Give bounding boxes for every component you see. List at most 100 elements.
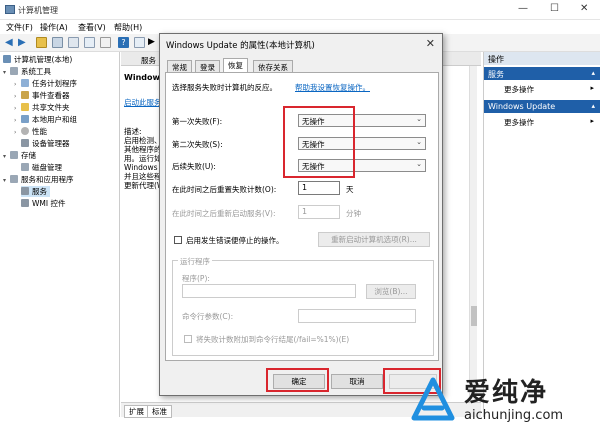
restart-unit: 分钟 — [346, 209, 361, 218]
start-service-link[interactable]: 启动此服务 — [124, 97, 162, 108]
browse-button[interactable]: 浏览(B)... — [366, 284, 416, 299]
tree-item-system-tools[interactable]: ▾ 系统工具 — [3, 66, 51, 77]
tab-recovery[interactable]: 恢复 — [223, 58, 248, 72]
append-fail-label: 将失败计数附加到命令行结尾(/fail=%1%)(E) — [196, 335, 350, 344]
tree-item-shared-folders[interactable]: › 共享文件夹 — [14, 102, 70, 113]
expand-icon[interactable]: › — [14, 81, 21, 88]
expand-icon[interactable]: › — [14, 105, 21, 112]
menu-view[interactable]: 查看(V) — [78, 22, 106, 33]
tree-item-services-apps[interactable]: ▾ 服务和应用程序 — [3, 174, 74, 185]
enable-actions-label: 启用发生错误便停止的操作。 — [186, 236, 284, 245]
disk-icon — [21, 163, 29, 171]
shared-folder-icon — [21, 103, 29, 111]
actions-pane: 操作 服务 ▴ 更多操作 ▸ Windows Update ▴ 更多操作 ▸ — [483, 52, 600, 417]
play-icon[interactable]: ▶ — [148, 37, 159, 48]
forward-icon[interactable]: ▶ — [18, 37, 29, 48]
restart-after-input[interactable]: 1 — [298, 205, 340, 219]
console-tree-icon[interactable] — [52, 37, 63, 48]
program-input[interactable] — [182, 284, 356, 298]
device-manager-icon — [21, 139, 29, 147]
tree-item-services[interactable]: 服务 — [21, 186, 50, 197]
menu-action[interactable]: 操作(A) — [40, 22, 68, 33]
expand-icon[interactable]: › — [14, 129, 21, 136]
run-program-group-label: 运行程序 — [178, 256, 212, 267]
cancel-button[interactable]: 取消 — [331, 374, 383, 389]
tree-item-storage[interactable]: ▾ 存储 — [3, 150, 36, 161]
actions-more-1[interactable]: 更多操作 — [504, 84, 534, 95]
actions-section-services[interactable]: 服务 ▴ — [484, 67, 600, 80]
cmd-params-input[interactable] — [298, 309, 416, 323]
first-failure-label: 第一次失败(F): — [172, 117, 223, 126]
chevron-down-icon: ⌄ — [416, 138, 422, 146]
chevron-down-icon: ⌄ — [416, 160, 422, 168]
tab-logon[interactable]: 登录 — [195, 60, 220, 72]
highlight-failure-selects — [283, 106, 355, 178]
tree-item-disk-management[interactable]: 磁盘管理 — [21, 162, 62, 173]
tree-item-local-users[interactable]: › 本地用户和组 — [14, 114, 77, 125]
dialog-title: Windows Update 的属性(本地计算机) — [166, 41, 315, 51]
close-icon[interactable]: ✕ — [580, 3, 588, 14]
expand-icon[interactable]: › — [14, 93, 21, 100]
folder-up-icon[interactable] — [36, 37, 47, 48]
tab-general[interactable]: 常规 — [167, 60, 192, 72]
tab-standard[interactable]: 标准 — [147, 405, 172, 418]
tab-extended[interactable]: 扩展 — [124, 405, 149, 418]
actions-section-windows-update[interactable]: Windows Update ▴ — [484, 100, 600, 113]
tools-icon — [10, 67, 18, 75]
event-viewer-icon — [21, 91, 29, 99]
tree-item-event-viewer[interactable]: › 事件查看器 — [14, 90, 70, 101]
menu-file[interactable]: 文件(F) — [6, 22, 33, 33]
help-icon[interactable]: ? — [118, 37, 129, 48]
collapse-icon[interactable]: ▾ — [3, 153, 10, 160]
window-title: 计算机管理 — [18, 6, 58, 15]
cmd-params-label: 命令行参数(C): — [182, 312, 234, 321]
watermark-url: aichunjing.com — [464, 408, 564, 423]
reset-after-label: 在此时间之后重置失败计数(O): — [172, 185, 277, 194]
watermark: 爱纯净 aichunjing.com — [404, 370, 598, 428]
actions-more-2[interactable]: 更多操作 — [504, 117, 534, 128]
help-link[interactable]: 帮助我设置恢复操作。 — [295, 82, 370, 93]
console-tree: 计算机管理(本地) ▾ 系统工具 › 任务计划程序 › 事件查看器 › 共享文件夹 › 本… — [0, 52, 120, 417]
aichunjing-logo-icon — [411, 377, 455, 421]
collapse-icon[interactable]: ▾ — [3, 69, 10, 76]
refresh-icon[interactable] — [84, 37, 95, 48]
chevron-down-icon: ⌄ — [416, 115, 422, 123]
maximize-icon[interactable]: ☐ — [550, 3, 559, 14]
properties-dialog: Windows Update 的属性(本地计算机) ✕ 常规 登录 恢复 依存关… — [159, 33, 443, 396]
chevron-right-icon: ▸ — [590, 117, 594, 125]
enable-actions-checkbox[interactable] — [174, 236, 182, 244]
expand-icon[interactable]: › — [14, 117, 21, 124]
minimize-icon[interactable]: — — [518, 3, 528, 14]
show-hide-icon[interactable] — [134, 37, 145, 48]
services-scrollbar[interactable] — [469, 66, 477, 402]
tree-item-task-scheduler[interactable]: › 任务计划程序 — [14, 78, 77, 89]
menu-help[interactable]: 帮助(H) — [114, 22, 142, 33]
program-label: 程序(P): — [182, 274, 210, 283]
tree-item-wmi[interactable]: WMI 控件 — [21, 198, 65, 209]
export-icon[interactable] — [100, 37, 111, 48]
properties-icon[interactable] — [68, 37, 79, 48]
restart-options-button[interactable]: 重新启动计算机选项(R)... — [318, 232, 430, 247]
second-failure-label: 第二次失败(S): — [172, 140, 223, 149]
dialog-close-icon[interactable]: ✕ — [426, 37, 435, 50]
computer-management-icon — [5, 5, 15, 14]
performance-icon — [21, 127, 29, 135]
recovery-panel: 选择服务失败时计算机的反应。 帮助我设置恢复操作。 第一次失败(F): 无操作 … — [165, 72, 439, 361]
services-header-title: 服务 — [141, 56, 156, 65]
reset-after-input[interactable]: 1 — [298, 181, 340, 195]
scrollbar-thumb[interactable] — [471, 306, 477, 326]
tree-item-device-manager[interactable]: 设备管理器 — [21, 138, 70, 149]
dialog-tabs: 常规 登录 恢复 依存关系 — [165, 58, 439, 72]
collapse-icon[interactable]: ▾ — [3, 177, 10, 184]
tree-item-performance[interactable]: › 性能 — [14, 126, 47, 137]
restart-after-label: 在此时间之后重新启动服务(V): — [172, 209, 276, 218]
wmi-icon — [21, 199, 29, 207]
caret-up-icon: ▴ — [591, 102, 595, 110]
back-icon[interactable]: ◀ — [5, 37, 16, 48]
actions-header: 操作 — [484, 52, 600, 65]
clock-icon — [21, 79, 29, 87]
tab-dependencies[interactable]: 依存关系 — [253, 60, 293, 72]
gear-icon — [21, 187, 29, 195]
append-fail-checkbox[interactable] — [184, 335, 192, 343]
tree-item-computer-management[interactable]: 计算机管理(本地) — [3, 54, 72, 65]
